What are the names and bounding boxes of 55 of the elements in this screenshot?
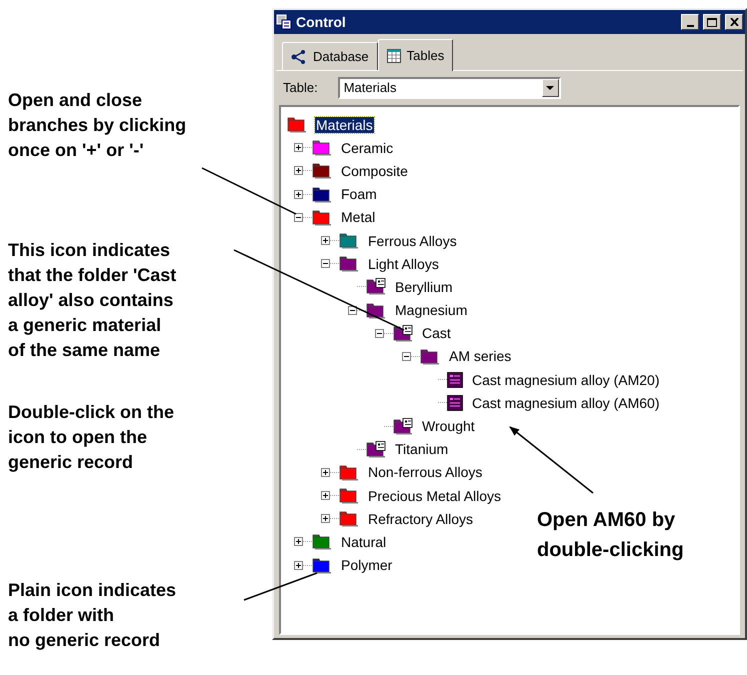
tree-item[interactable]: Refractory Alloys: [367, 510, 474, 527]
tree-item[interactable]: Light Alloys: [367, 256, 440, 272]
tree-item[interactable]: Polymer: [340, 557, 394, 574]
minimize-icon: [686, 24, 694, 26]
expand-toggle[interactable]: [320, 468, 330, 477]
tree-item[interactable]: Materials: [315, 116, 374, 133]
tree-item[interactable]: Ferrous Alloys: [367, 232, 458, 249]
callout-text: Double-click on the icon to open the generic record: [8, 401, 176, 474]
collapse-toggle[interactable]: [402, 352, 410, 361]
window-title: Control: [296, 12, 346, 32]
callout-text: Open and close branches by clicking once on '+' or '-': [8, 89, 188, 162]
tree-item[interactable]: Composite: [340, 162, 409, 179]
expand-toggle[interactable]: [320, 514, 330, 524]
tree-item[interactable]: Ceramic: [340, 140, 394, 156]
tree-item[interactable]: Non-ferrous Alloys: [367, 464, 484, 480]
table-label: Table:: [283, 79, 318, 98]
callout-text: Open AM60 by double-clicking: [537, 508, 685, 563]
table-grid-icon: [386, 48, 401, 62]
tree-item[interactable]: AM series: [448, 348, 512, 364]
tree-item[interactable]: Magnesium: [394, 302, 468, 318]
tab[interactable]: Database: [282, 42, 378, 70]
callout-text: This icon indicates that the folder 'Cast alloy' also contains a generic material of the same name: [8, 239, 178, 362]
maximize-icon: [707, 18, 717, 26]
tree-item[interactable]: Natural: [340, 534, 388, 550]
close-button[interactable]: [725, 14, 743, 30]
expand-toggle[interactable]: [294, 560, 302, 570]
collapse-toggle[interactable]: [374, 328, 384, 338]
expand-toggle[interactable]: [294, 166, 302, 176]
callout-text: Plain icon indicates a folder with no generic record: [8, 579, 178, 652]
collapse-toggle[interactable]: [348, 306, 356, 315]
tree-item[interactable]: Precious Metal Alloys: [367, 488, 502, 504]
tree-item[interactable]: Metal: [340, 209, 376, 226]
tree-item[interactable]: Titanium: [394, 441, 450, 458]
collapse-toggle[interactable]: [294, 212, 302, 222]
collapse-toggle[interactable]: [320, 259, 330, 268]
table-dropdown[interactable]: Materials: [338, 77, 561, 99]
tree-item[interactable]: Cast magnesium alloy (AM60): [471, 394, 661, 411]
window-icon: [276, 14, 292, 30]
expand-toggle[interactable]: [294, 190, 302, 199]
tree-item[interactable]: Beryllium: [394, 278, 454, 295]
dropdown-button[interactable]: [542, 79, 559, 97]
tree-item[interactable]: Cast magnesium alloy (AM20): [471, 372, 661, 388]
minimize-button[interactable]: [681, 14, 699, 30]
close-icon: [730, 18, 738, 26]
expand-toggle[interactable]: [320, 236, 330, 246]
tree-item[interactable]: Cast: [421, 325, 452, 342]
expand-toggle[interactable]: [320, 491, 330, 500]
tab[interactable]: Tables: [378, 39, 454, 71]
caret-icon: [546, 86, 554, 90]
tree-item[interactable]: Wrought: [421, 418, 476, 434]
expand-toggle[interactable]: [294, 143, 302, 152]
expand-toggle[interactable]: [294, 537, 302, 546]
network-nodes-icon: [291, 50, 307, 64]
maximize-button[interactable]: [703, 14, 721, 30]
tree-item[interactable]: Foam: [340, 186, 378, 202]
